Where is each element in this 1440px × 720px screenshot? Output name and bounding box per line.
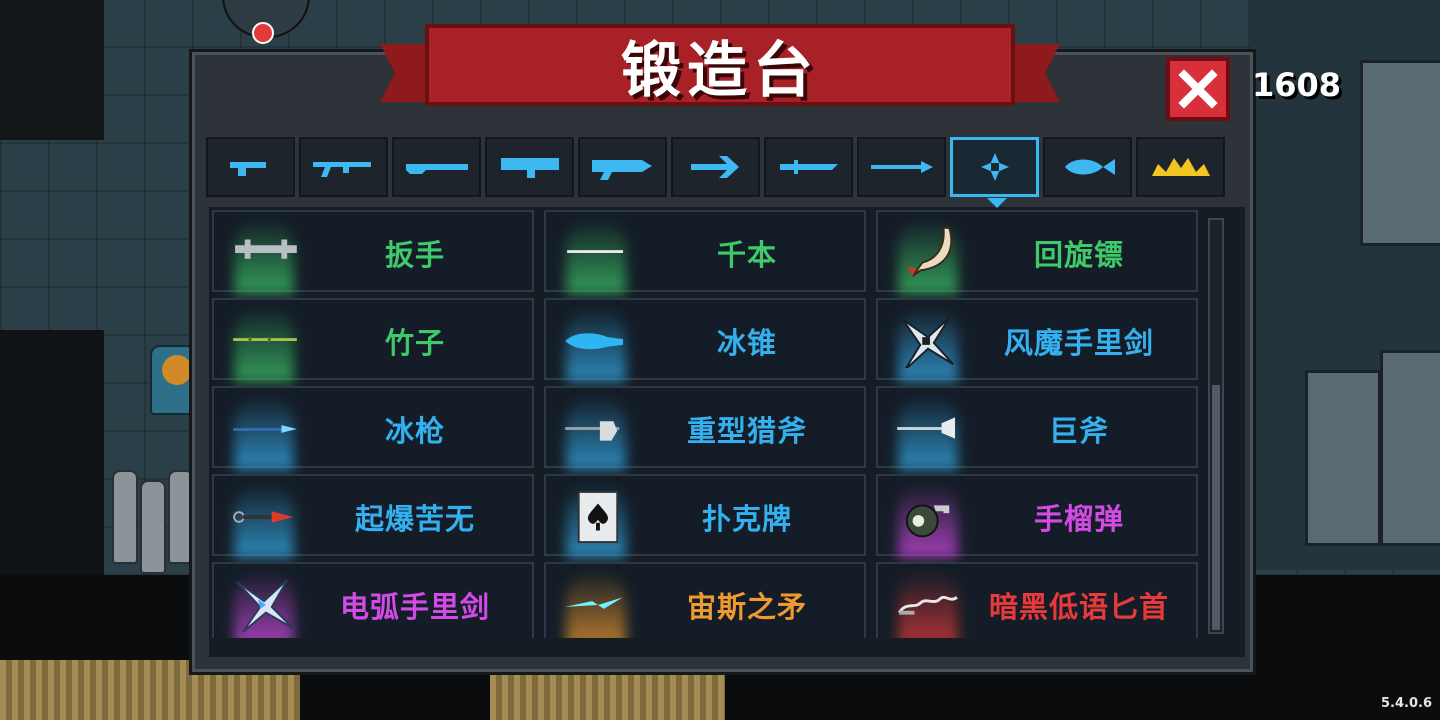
tab-sword[interactable] — [764, 137, 853, 197]
item-card[interactable]: 竹子 — [212, 298, 534, 382]
wrench-icon — [235, 239, 297, 259]
launcher-icon — [500, 158, 559, 178]
tab-laser-gun[interactable] — [578, 137, 667, 197]
gauge-indicator — [252, 22, 274, 44]
wall-shadow — [0, 330, 104, 575]
sword-icon — [779, 160, 838, 174]
item-name: 巨斧 — [1048, 414, 1109, 448]
close-button[interactable] — [1166, 57, 1230, 121]
item-name: 扳手 — [384, 238, 445, 272]
machine-prop — [1305, 370, 1381, 546]
close-icon — [1178, 69, 1218, 109]
fuma-shuriken-icon — [902, 317, 954, 368]
item-name: 千本 — [716, 238, 777, 272]
item-card[interactable]: 回旋镖 — [876, 210, 1198, 294]
item-card[interactable]: 电弧手里剑 — [212, 562, 534, 638]
pistol-icon — [229, 162, 266, 176]
item-card[interactable]: 冰枪 — [212, 386, 534, 470]
heavy-axe-icon — [565, 421, 620, 441]
item-name: 暗黑低语匕首 — [988, 590, 1169, 624]
tab-throwing-weapons[interactable] — [950, 137, 1039, 208]
tab-pistol[interactable] — [206, 137, 295, 197]
fish-icon — [1064, 159, 1115, 175]
throwing-star-icon — [980, 153, 1009, 181]
ice-spear-icon — [233, 425, 297, 433]
item-card[interactable]: 扑克牌 — [544, 474, 866, 558]
active-tab-indicator — [987, 198, 1007, 208]
item-card[interactable]: 扳手 — [212, 210, 534, 294]
scrollbar-thumb[interactable] — [1212, 385, 1220, 630]
item-card[interactable]: 巨斧 — [876, 386, 1198, 470]
item-card[interactable]: 手榴弹 — [876, 474, 1198, 558]
item-card[interactable]: 冰锥 — [544, 298, 866, 382]
tab-rifle[interactable] — [299, 137, 388, 197]
tab-launcher[interactable] — [485, 137, 574, 197]
gas-tank-prop — [140, 480, 166, 574]
item-list: 扳手 千本 回旋镖竹子 冰锥 风魔手里剑冰枪 重型猎斧 巨斧起爆苦无 扑克牌 手榴弹电弧手里剑 宙… — [212, 210, 1202, 638]
playing-card-icon — [577, 490, 619, 544]
item-name: 冰枪 — [384, 414, 445, 448]
item-card[interactable]: 起爆苦无 — [212, 474, 534, 558]
machine-prop — [1360, 60, 1440, 246]
giant-axe-icon — [897, 417, 956, 439]
arc-shuriken-icon — [236, 579, 294, 632]
needle-icon — [567, 250, 624, 253]
rifle-icon — [312, 162, 371, 177]
item-card[interactable]: 重型猎斧 — [544, 386, 866, 470]
item-name: 扑克牌 — [701, 502, 792, 536]
boomerang-icon — [906, 226, 953, 277]
kunai-icon — [233, 511, 293, 523]
zeus-spear-icon — [565, 597, 624, 609]
scrollbar[interactable] — [1208, 218, 1224, 634]
tab-shotgun[interactable] — [392, 137, 481, 197]
item-name: 风魔手里剑 — [1003, 326, 1154, 360]
icicle-icon — [565, 333, 624, 350]
tab-special[interactable] — [1136, 137, 1225, 197]
bow-icon — [690, 156, 739, 178]
item-name: 手榴弹 — [1033, 502, 1124, 536]
panel-title: 锻造台 — [621, 35, 819, 106]
item-name: 回旋镖 — [1033, 238, 1124, 272]
dark-dagger-icon — [897, 595, 958, 615]
item-card[interactable]: 暗黑低语匕首 — [876, 562, 1198, 638]
item-name: 电弧手里剑 — [339, 590, 490, 624]
bamboo-icon — [233, 337, 297, 342]
shotgun-icon — [405, 164, 468, 174]
laser-gun-icon — [591, 160, 652, 180]
item-name: 宙斯之矛 — [686, 590, 807, 624]
crown-icon — [1151, 158, 1210, 176]
category-tabs — [206, 137, 1225, 208]
item-card[interactable]: 千本 — [544, 210, 866, 294]
version-label: 5.4.0.6 — [1381, 696, 1432, 711]
grenade-icon — [905, 504, 950, 538]
item-card[interactable]: 风魔手里剑 — [876, 298, 1198, 382]
spear-icon — [870, 161, 933, 173]
gem-count: 1608 — [1252, 66, 1342, 104]
wall-shadow — [0, 0, 104, 140]
item-name: 重型猎斧 — [686, 414, 807, 448]
tab-bow[interactable] — [671, 137, 760, 197]
gas-tank-prop — [168, 470, 194, 564]
item-name: 起爆苦无 — [354, 502, 475, 536]
item-name: 冰锥 — [716, 326, 777, 360]
machine-prop — [1380, 350, 1440, 546]
player-character-hat — [162, 355, 192, 385]
tab-spear[interactable] — [857, 137, 946, 197]
item-name: 竹子 — [384, 326, 445, 360]
gas-tank-prop — [112, 470, 138, 564]
item-card[interactable]: 宙斯之矛 — [544, 562, 866, 638]
tab-fish[interactable] — [1043, 137, 1132, 197]
title-ribbon: 锻造台 — [425, 24, 1015, 106]
